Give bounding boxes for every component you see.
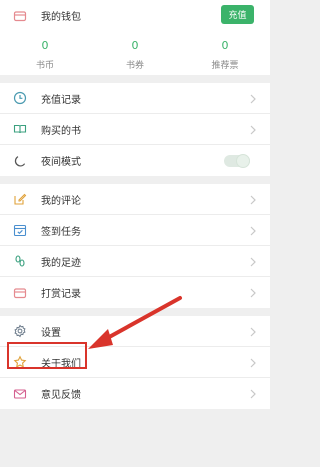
menu-item-purchased-books[interactable]: 购买的书 xyxy=(0,114,270,145)
wallet-section: 我的钱包 充值 0 书币 0 书券 0 推荐票 xyxy=(0,0,270,75)
stat-value: 0 xyxy=(131,39,139,52)
menu-item-feedback[interactable]: 意见反馈 xyxy=(0,378,270,409)
stat-label: 推荐票 xyxy=(211,61,239,71)
chevron-right-icon xyxy=(250,288,256,298)
moon-icon xyxy=(13,154,27,168)
menu-item-label: 打赏记录 xyxy=(41,289,81,300)
edit-icon xyxy=(13,192,27,206)
menu-item-label: 设置 xyxy=(41,327,61,339)
footprint-icon xyxy=(13,254,27,268)
menu-item-night-mode: 夜间模式 xyxy=(0,145,270,176)
wallet-label: 我的钱包 xyxy=(41,12,81,23)
menu-item-label: 购买的书 xyxy=(41,125,81,137)
stat-value: 0 xyxy=(221,39,229,52)
chevron-right-icon xyxy=(250,226,256,236)
recharge-button[interactable]: 充值 xyxy=(221,5,254,24)
toggle-knob xyxy=(236,154,250,168)
menu-item-check-in-tasks[interactable]: 签到任务 xyxy=(0,215,270,246)
settings-highlight-box xyxy=(7,342,87,369)
chevron-right-icon xyxy=(250,195,256,205)
book-icon xyxy=(13,122,27,136)
chevron-right-icon xyxy=(250,389,256,399)
chevron-right-icon xyxy=(250,327,256,337)
calendar-icon xyxy=(13,223,27,237)
stat-label: 书币 xyxy=(35,61,54,71)
menu-item-my-comments[interactable]: 我的评论 xyxy=(0,184,270,215)
chevron-right-icon xyxy=(250,358,256,368)
stat-value: 0 xyxy=(41,39,49,52)
stat-book-coins[interactable]: 0 书币 xyxy=(0,31,90,75)
menu-item-recharge-history[interactable]: 充值记录 xyxy=(0,83,270,114)
menu-item-label: 我的足迹 xyxy=(41,257,81,269)
chevron-right-icon xyxy=(250,257,256,267)
stat-label: 书券 xyxy=(125,61,144,71)
wallet-header: 我的钱包 充值 xyxy=(0,0,270,31)
menu-item-label: 充值记录 xyxy=(41,94,81,106)
mail-icon xyxy=(13,387,27,401)
chevron-right-icon xyxy=(250,94,256,104)
menu-item-label: 我的评论 xyxy=(41,195,81,207)
menu-item-label: 签到任务 xyxy=(41,226,81,238)
stat-book-coupons[interactable]: 0 书券 xyxy=(90,31,180,75)
gear-icon xyxy=(13,324,27,338)
wallet-stats: 0 书币 0 书券 0 推荐票 xyxy=(0,31,270,75)
stat-recommend-tickets[interactable]: 0 推荐票 xyxy=(180,31,270,75)
menu-group-1: 充值记录 购买的书 夜间模式 xyxy=(0,83,270,176)
night-mode-toggle[interactable] xyxy=(224,154,250,168)
menu-item-tip-history[interactable]: 打赏记录 xyxy=(0,277,270,308)
menu-item-label: 夜间模式 xyxy=(41,157,81,168)
wallet-icon xyxy=(13,9,27,23)
wallet-icon xyxy=(13,286,27,300)
menu-item-footprints[interactable]: 我的足迹 xyxy=(0,246,270,277)
menu-item-label: 意见反馈 xyxy=(41,390,81,401)
clock-icon xyxy=(13,91,27,105)
chevron-right-icon xyxy=(250,125,256,135)
menu-group-2: 我的评论 签到任务 我的足迹 打赏记录 xyxy=(0,184,270,308)
